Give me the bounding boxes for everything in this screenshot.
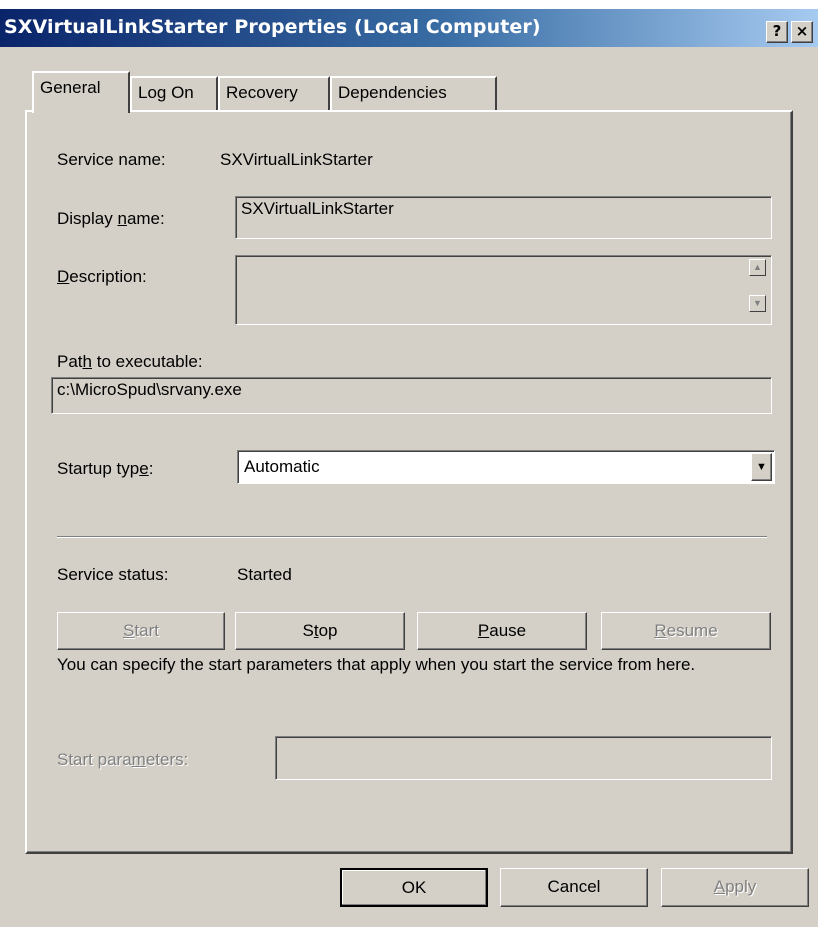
tab-recovery[interactable]: Recovery: [218, 76, 330, 111]
close-button[interactable]: ×: [791, 21, 813, 43]
help-button[interactable]: ?: [766, 21, 788, 43]
scroll-up-icon[interactable]: ▲: [749, 259, 766, 276]
resume-button[interactable]: Resume: [601, 612, 771, 650]
path-field[interactable]: c:\MicroSpud\srvany.exe: [51, 377, 772, 414]
display-name-label: Display name:: [57, 209, 165, 228]
cancel-button[interactable]: Cancel: [500, 868, 648, 907]
scroll-down-icon[interactable]: ▼: [749, 295, 766, 312]
tab-log-on[interactable]: Log On: [130, 76, 218, 111]
description-field[interactable]: [235, 255, 772, 325]
start-parameters-field[interactable]: [275, 736, 772, 780]
start-parameters-info: You can specify the start parameters tha…: [57, 655, 696, 674]
chevron-down-icon[interactable]: ▼: [751, 453, 772, 481]
apply-button[interactable]: Apply: [661, 868, 809, 907]
title-bar[interactable]: SXVirtualLinkStarter Properties (Local C…: [0, 9, 818, 47]
tab-dependencies[interactable]: Dependencies: [330, 76, 497, 111]
service-status-value: Started: [237, 565, 292, 584]
service-status-label: Service status:: [57, 565, 169, 584]
separator: [57, 536, 767, 538]
service-name-label: Service name:: [57, 150, 166, 169]
general-tab-panel: Service name: SXVirtualLinkStarter Displ…: [25, 110, 793, 854]
startup-type-select[interactable]: Automatic ▼: [237, 450, 775, 484]
service-name-value: SXVirtualLinkStarter: [220, 150, 373, 169]
background-window-strip: [0, 0, 818, 9]
startup-type-value: Automatic: [244, 457, 320, 476]
ok-button[interactable]: OK: [340, 868, 488, 907]
path-label: Path to executable:: [57, 352, 203, 371]
window-title: SXVirtualLinkStarter Properties (Local C…: [4, 16, 541, 38]
pause-button[interactable]: Pause: [417, 612, 587, 650]
display-name-field[interactable]: SXVirtualLinkStarter: [235, 196, 772, 239]
description-label: Description:: [57, 267, 147, 286]
start-parameters-label: Start parameters:: [57, 750, 189, 769]
startup-type-label: Startup type:: [57, 459, 154, 478]
start-button[interactable]: Start: [57, 612, 225, 650]
tab-general[interactable]: General: [32, 71, 130, 113]
stop-button[interactable]: Stop: [235, 612, 405, 650]
